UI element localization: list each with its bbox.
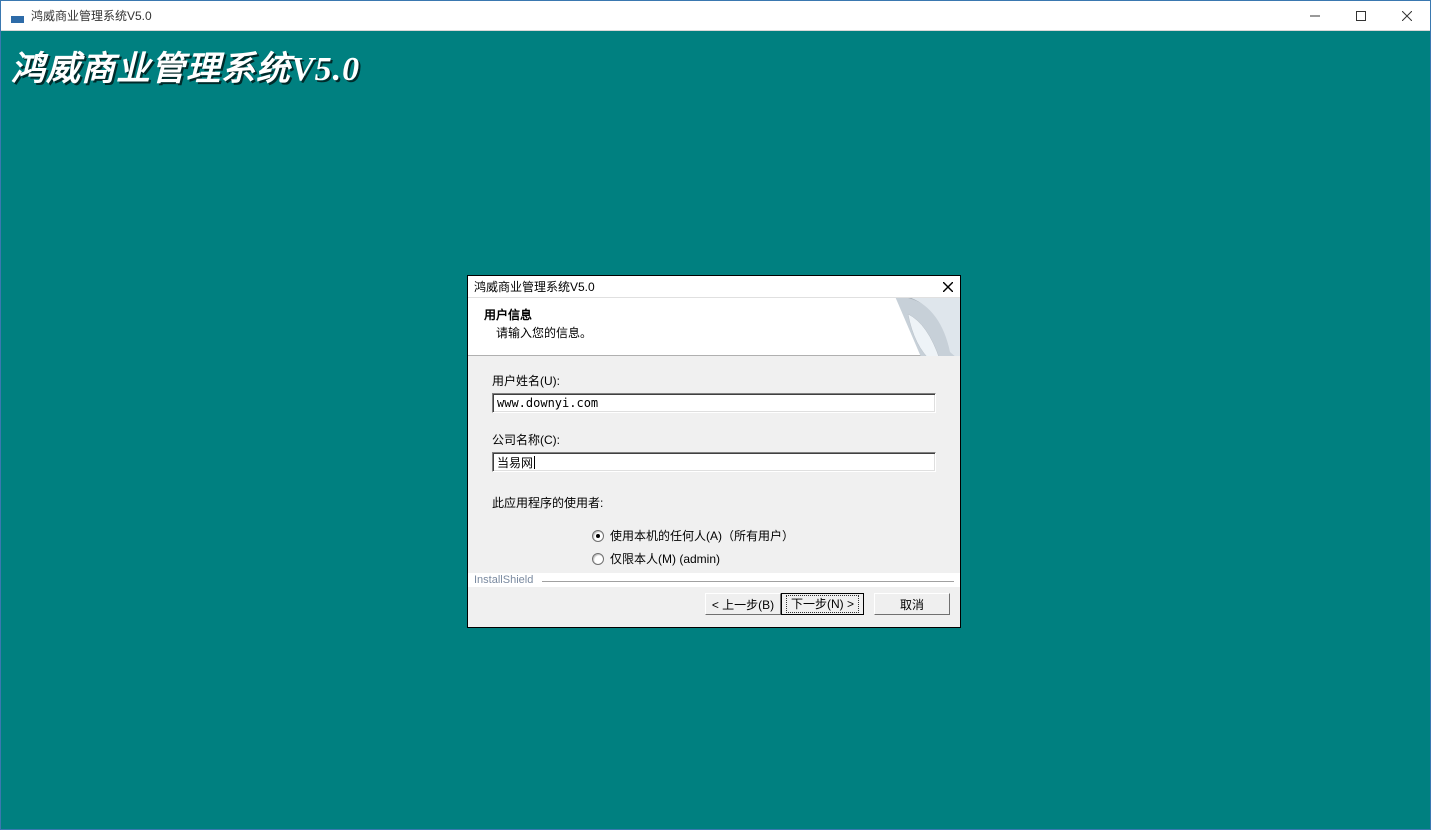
radio-only-me-label: 仅限本人(M) (admin) — [610, 550, 720, 567]
close-icon — [1402, 11, 1412, 21]
cancel-button-label: 取消 — [900, 596, 924, 613]
text-caret — [534, 456, 535, 469]
close-button[interactable] — [1384, 1, 1430, 31]
installer-header-art — [890, 298, 960, 356]
radio-icon — [592, 530, 604, 542]
close-icon — [943, 282, 953, 292]
company-input[interactable]: 当易网 — [492, 452, 936, 472]
minimize-icon — [1310, 11, 1320, 21]
username-value: www.downyi.com — [497, 396, 598, 410]
window-title: 鸿威商业管理系统V5.0 — [31, 7, 152, 24]
installer-title: 鸿威商业管理系统V5.0 — [474, 278, 595, 295]
username-input[interactable]: www.downyi.com — [492, 393, 936, 413]
installer-header: 用户信息 请输入您的信息。 — [468, 298, 960, 356]
app-icon — [9, 8, 25, 24]
username-label: 用户姓名(U): — [492, 372, 936, 389]
maximize-icon — [1356, 11, 1366, 21]
minimize-button[interactable] — [1292, 1, 1338, 31]
installer-close-button[interactable] — [937, 277, 959, 297]
installer-separator: InstallShield — [470, 573, 958, 587]
installer-header-title: 用户信息 — [484, 306, 532, 323]
radio-all-users-label: 使用本机的任何人(A)（所有用户） — [610, 527, 794, 544]
installer-body: 用户姓名(U): www.downyi.com 公司名称(C): 当易网 此应用… — [468, 356, 960, 573]
company-value: 当易网 — [497, 454, 533, 471]
back-button-label: < 上一步(B) — [712, 596, 774, 613]
installer-dialog: 鸿威商业管理系统V5.0 用户信息 请输入您的信息。 — [467, 275, 961, 628]
next-button-label: 下一步(N) > — [786, 595, 859, 613]
titlebar: 鸿威商业管理系统V5.0 — [1, 1, 1430, 31]
separator-line — [542, 581, 954, 583]
installer-titlebar: 鸿威商业管理系统V5.0 — [468, 276, 960, 298]
installer-footer: < 上一步(B) 下一步(N) > 取消 — [468, 587, 960, 627]
main-area: 鸿威商业管理系统V5.0 鸿威商业管理系统V5.0 用户信息 请输入您的信息。 — [1, 31, 1430, 829]
radio-icon — [592, 553, 604, 565]
cancel-button[interactable]: 取消 — [874, 593, 950, 615]
next-button[interactable]: 下一步(N) > — [781, 593, 864, 615]
app-window: 鸿威商业管理系统V5.0 鸿威商业管理系统V5.0 鸿威商业管理系统V5.0 用… — [0, 0, 1431, 830]
company-label: 公司名称(C): — [492, 431, 936, 448]
installshield-label: InstallShield — [474, 574, 533, 586]
installer-header-subtitle: 请输入您的信息。 — [496, 324, 592, 341]
back-button[interactable]: < 上一步(B) — [705, 593, 781, 615]
page-curl-icon — [890, 298, 960, 356]
radio-all-users[interactable]: 使用本机的任何人(A)（所有用户） — [592, 527, 936, 544]
brand-title: 鸿威商业管理系统V5.0 — [11, 41, 360, 90]
maximize-button[interactable] — [1338, 1, 1384, 31]
radio-only-me[interactable]: 仅限本人(M) (admin) — [592, 550, 936, 567]
users-section-label: 此应用程序的使用者: — [492, 494, 936, 511]
